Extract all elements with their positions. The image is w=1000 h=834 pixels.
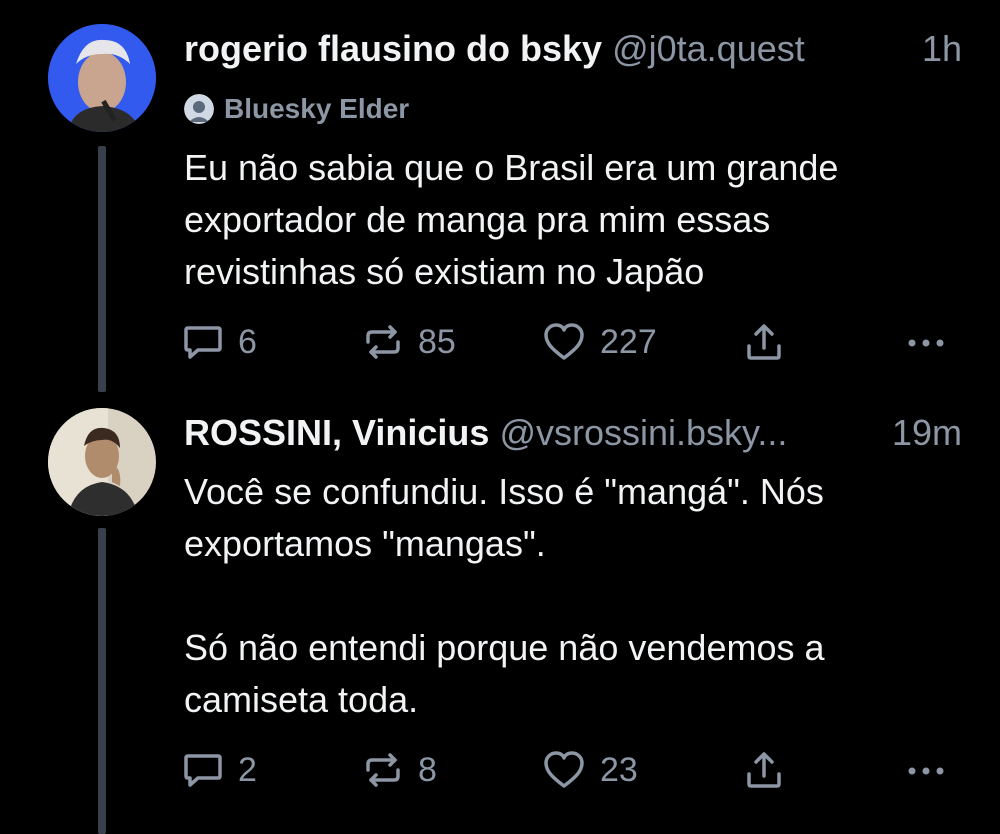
post-text: Eu não sabia que o Brasil era um grande … (184, 147, 839, 292)
badge-label: Bluesky Elder (224, 93, 410, 124)
post-1[interactable]: rogerio flausino do bsky @j0ta.quest 1h … (0, 0, 1000, 392)
badge: Bluesky Elder (184, 92, 409, 126)
handle[interactable]: @j0ta.quest (612, 28, 805, 69)
post-text: Você se confundiu. Isso é "mangá". Nós e… (184, 471, 825, 720)
reply-button[interactable]: 2 (182, 748, 257, 792)
post-header: rogerio flausino do bsky @j0ta.quest 1h (184, 28, 962, 70)
repost-icon (366, 325, 400, 359)
thread-line (98, 146, 106, 392)
more-icon (908, 339, 944, 347)
repost-count: 8 (418, 750, 437, 789)
repost-count: 85 (418, 322, 456, 361)
heart-icon (544, 323, 584, 360)
reply-icon (184, 754, 222, 787)
more-button[interactable] (904, 748, 948, 792)
share-button[interactable] (744, 748, 784, 792)
display-name[interactable]: rogerio flausino do bsky (184, 28, 602, 69)
post-actions: 2 8 23 (182, 748, 962, 792)
repost-button[interactable]: 85 (362, 320, 456, 364)
timestamp[interactable]: 19m (883, 412, 962, 454)
post-2[interactable]: ROSSINI, Vinicius @vsrossini.bsky... 19m… (0, 392, 1000, 834)
share-icon (747, 324, 781, 360)
like-count: 227 (600, 322, 657, 361)
reply-button[interactable]: 6 (182, 320, 257, 364)
share-button[interactable] (744, 320, 784, 364)
repost-button[interactable]: 8 (362, 748, 437, 792)
share-icon (747, 752, 781, 788)
reply-icon (184, 326, 222, 359)
more-button[interactable] (904, 320, 948, 364)
post-actions: 6 85 227 (182, 320, 962, 364)
reply-count: 6 (238, 322, 257, 361)
badge-avatar-icon (184, 94, 214, 124)
heart-icon (544, 751, 584, 788)
like-button[interactable]: 227 (542, 320, 657, 364)
thread-line (98, 528, 106, 834)
post-header: ROSSINI, Vinicius @vsrossini.bsky... 19m (184, 412, 962, 454)
like-button[interactable]: 23 (542, 748, 638, 792)
timestamp[interactable]: 1h (913, 28, 962, 70)
more-icon (908, 767, 944, 775)
handle[interactable]: @vsrossini.bsky... (499, 412, 787, 453)
avatar[interactable] (48, 408, 156, 516)
like-count: 23 (600, 750, 638, 789)
avatar[interactable] (48, 24, 156, 132)
repost-icon (366, 753, 400, 787)
display-name[interactable]: ROSSINI, Vinicius (184, 412, 489, 453)
reply-count: 2 (238, 750, 257, 789)
